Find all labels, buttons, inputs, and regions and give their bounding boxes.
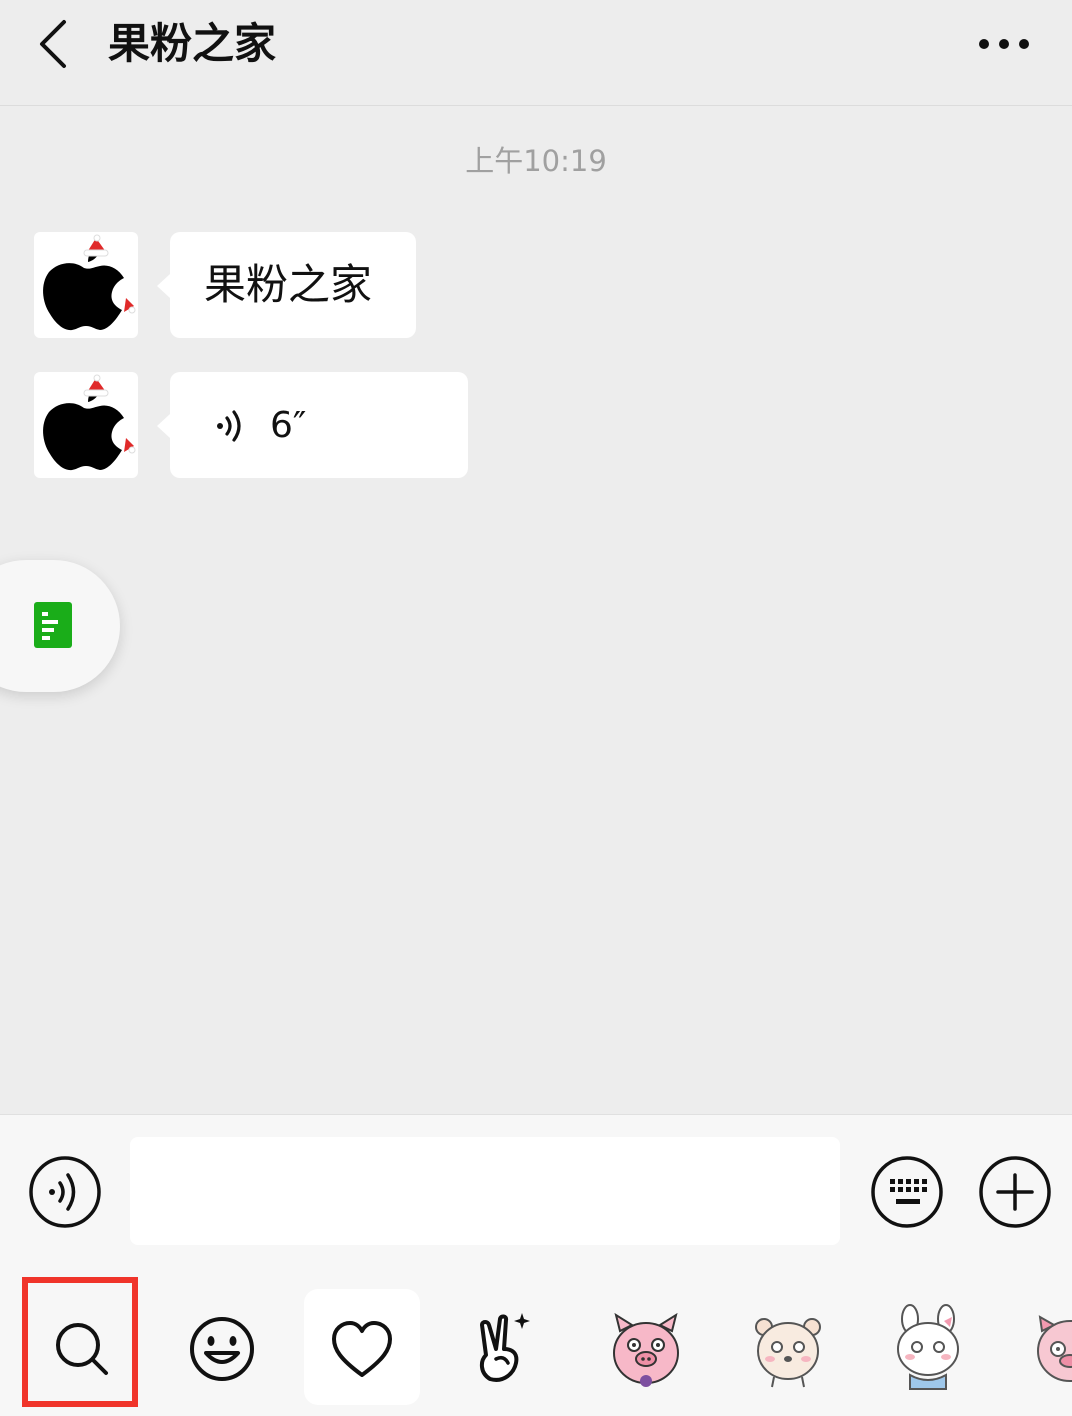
text-message-bubble[interactable]: 果粉之家 [157,232,416,338]
keyboard-button[interactable] [870,1155,944,1229]
emoji-tab-button[interactable] [164,1289,280,1405]
plus-button[interactable] [978,1155,1052,1229]
favorites-tab-button[interactable] [304,1289,420,1405]
apple-logo-icon [43,374,136,471]
gesture-sticker-tab[interactable] [446,1289,562,1405]
smiley-icon [190,1317,254,1381]
message-timestamp: 上午10:19 [465,144,607,178]
voice-wave-icon [29,1156,101,1228]
voice-message-bubble[interactable]: 6″ [157,372,468,478]
chevron-left-icon [40,20,66,68]
search-icon [56,1323,108,1375]
more-button[interactable] [970,22,1040,66]
voice-wave-icon [217,410,241,442]
apple-logo-icon [43,234,136,331]
chat-title: 果粉之家 [108,19,277,68]
emoji-search-button[interactable] [24,1289,140,1405]
bunny-sticker-icon [897,1304,959,1390]
voice-duration: 6″ [270,405,307,446]
sender-avatar[interactable] [34,232,138,338]
sender-avatar[interactable] [34,372,138,478]
keyboard-icon [871,1156,943,1228]
pig-sticker-tab-partial[interactable] [1012,1289,1072,1405]
bear-sticker-tab[interactable] [730,1289,846,1405]
bunny-sticker-tab[interactable] [870,1289,986,1405]
pig-sticker-icon [613,1312,679,1387]
voice-input-button[interactable] [28,1155,102,1229]
back-button[interactable] [28,14,84,74]
plus-circle-icon [979,1156,1051,1228]
input-area [0,1114,1072,1416]
heart-icon [332,1321,392,1377]
nav-bar: 果粉之家 [0,0,1072,106]
message-text: 果粉之家 [204,260,373,309]
message-input[interactable] [130,1137,840,1245]
pig-sticker-tab[interactable] [588,1289,704,1405]
pig-sticker-partial-icon [1037,1315,1072,1382]
floating-document-button[interactable] [0,560,120,692]
document-icon [34,602,72,648]
bear-sticker-icon [755,1318,821,1388]
more-dots-icon [979,39,1029,49]
victory-hand-icon [479,1313,530,1382]
